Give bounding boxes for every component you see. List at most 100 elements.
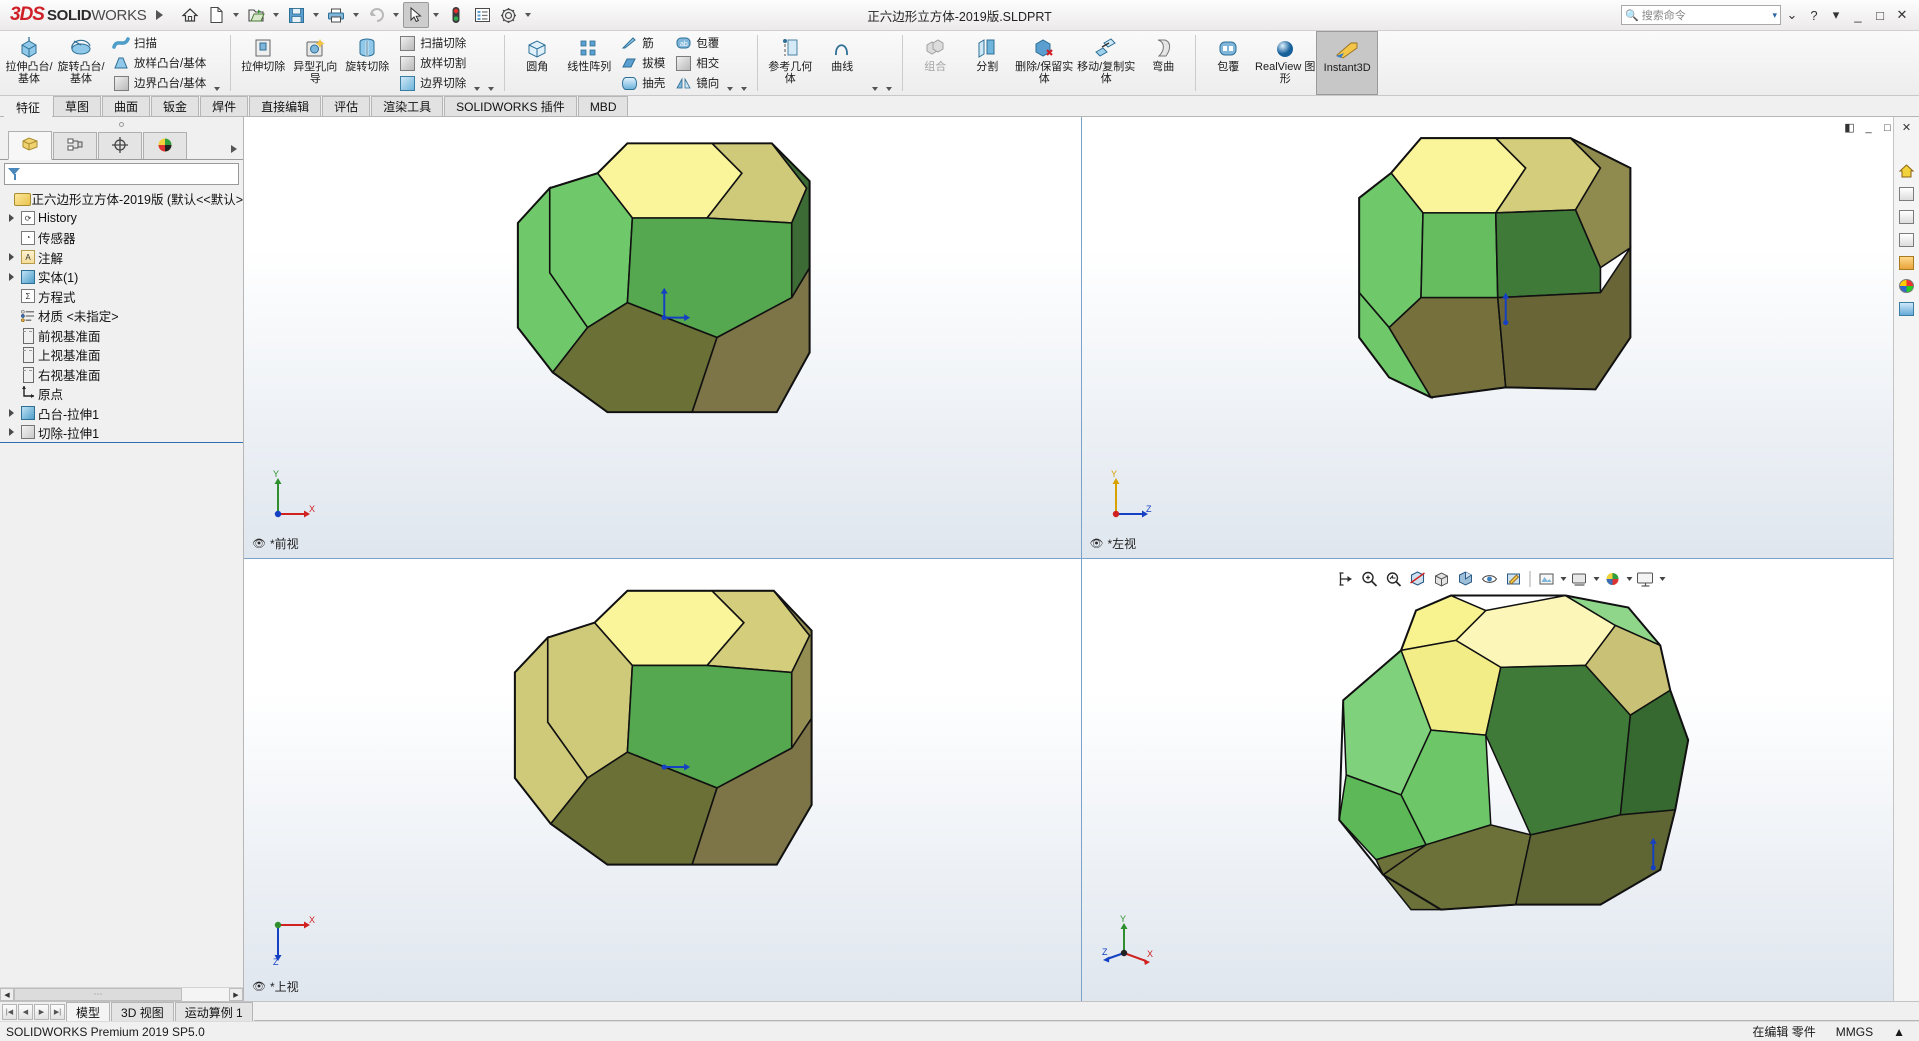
features-group-dropdown-icon[interactable] (210, 31, 224, 95)
draft-button[interactable]: 拔模 (615, 53, 669, 73)
zoom-to-fit-icon[interactable] (1335, 568, 1357, 590)
fillet-button[interactable]: 圆角 (511, 31, 563, 95)
status-units-caret-icon[interactable]: ▲ (1893, 1025, 1905, 1039)
left-view-viewport[interactable]: Y Z 👁 *左视 (1081, 117, 1919, 559)
gear-dropdown-icon[interactable] (525, 13, 531, 17)
boundary-cut-button[interactable]: 边界切除 (393, 73, 470, 93)
save-dropdown-icon[interactable] (313, 13, 319, 17)
display-pane-icon[interactable] (1635, 568, 1657, 590)
section-view-icon[interactable] (1407, 568, 1429, 590)
feature-manager-tab[interactable] (8, 131, 52, 160)
tab-sheetmetal[interactable]: 钣金 (151, 96, 200, 116)
front-view-viewport[interactable]: Y X 👁 *前视 (244, 117, 1082, 559)
modify-group-dropdown2-icon[interactable] (737, 31, 751, 95)
graphics-area[interactable]: ◧ _ □ ✕ Y X 👁 *前视 Y Z 👁 *左视 X Z 👁 *上视 Y … (244, 117, 1919, 1001)
home-icon[interactable] (177, 2, 203, 28)
doc-close-icon[interactable]: ✕ (1898, 120, 1915, 135)
doc-minimize-icon[interactable]: _ (1860, 120, 1877, 135)
tab-render-tools[interactable]: 渲染工具 (371, 96, 444, 116)
open-document-icon[interactable] (243, 2, 269, 28)
hide-show-items-icon[interactable] (1479, 568, 1501, 590)
last-tab-icon[interactable]: ▶| (50, 1003, 65, 1020)
panel-collapse-arrow-icon[interactable] (231, 145, 237, 153)
panel-splitter[interactable] (0, 117, 243, 131)
new-document-icon[interactable] (203, 2, 229, 28)
options-list-icon[interactable] (469, 2, 495, 28)
help-button[interactable]: ? (1803, 5, 1825, 25)
tree-item-boss-extrude1[interactable]: 凸台-拉伸1 (0, 404, 243, 424)
prev-tab-icon[interactable]: ◀ (18, 1003, 33, 1020)
combine-button[interactable]: 组合 (909, 31, 961, 95)
tree-item-material[interactable]: 材质 <未指定> (0, 306, 243, 326)
extruded-cut-button[interactable]: 拉伸切除 (237, 31, 289, 95)
scroll-track[interactable]: ⋯ (14, 988, 229, 1001)
print-icon[interactable] (323, 2, 349, 28)
appearances-icon[interactable] (1896, 184, 1918, 204)
bottom-tab-3dviews[interactable]: 3D 视图 (111, 1002, 174, 1021)
tree-item-annotations[interactable]: A 注解 (0, 248, 243, 268)
tree-item-origin[interactable]: 原点 (0, 384, 243, 404)
tree-item-history[interactable]: ⟳ History (0, 209, 243, 229)
shell-button[interactable]: 抽壳 (615, 73, 669, 93)
revolved-cut-button[interactable]: 旋转切除 (341, 31, 393, 95)
isometric-view-viewport[interactable]: Y X Z (1081, 559, 1919, 1001)
scenes-icon[interactable] (1896, 207, 1918, 227)
search-dropdown-icon[interactable]: ▾ (1772, 10, 1777, 21)
doc-maximize-icon[interactable]: □ (1879, 120, 1896, 135)
move-copy-body-button[interactable]: 移动/复制实体 (1075, 31, 1137, 95)
search-expand-icon[interactable]: ⌄ (1781, 5, 1803, 25)
bottom-tab-motion-study[interactable]: 运动算例 1 (174, 1002, 253, 1021)
zoom-to-area-icon[interactable] (1359, 568, 1381, 590)
cut-group-dropdown-icon[interactable] (470, 31, 484, 95)
mirror-button[interactable]: 镜向 (669, 73, 723, 93)
tab-sketch[interactable]: 草图 (53, 96, 102, 116)
tab-surfaces[interactable]: 曲面 (102, 96, 151, 116)
tab-direct-editing[interactable]: 直接编辑 (249, 96, 322, 116)
status-units[interactable]: MMGS (1836, 1025, 1873, 1039)
view-home-icon[interactable] (1896, 161, 1918, 181)
sweep-button[interactable]: 扫描 (107, 33, 210, 53)
tree-item-cut-extrude1[interactable]: 切除-拉伸1 (0, 423, 243, 443)
display-manager-tab[interactable] (143, 132, 187, 159)
view-settings-icon[interactable] (1569, 568, 1591, 590)
realview-button[interactable]: RealView 图形 (1254, 31, 1316, 95)
undo-icon[interactable] (363, 2, 389, 28)
view-settings-dropdown-icon[interactable] (1593, 577, 1600, 581)
tab-solidworks-addins[interactable]: SOLIDWORKS 插件 (444, 96, 577, 116)
save-icon[interactable] (283, 2, 309, 28)
lofted-cut-button[interactable]: 放样切割 (393, 53, 470, 73)
previous-view-icon[interactable] (1383, 568, 1405, 590)
undo-dropdown-icon[interactable] (393, 13, 399, 17)
wrap2-button[interactable]: 包覆 (1202, 31, 1254, 95)
apply-scene-icon[interactable] (1536, 568, 1558, 590)
feature-tree-filter-input[interactable] (4, 163, 239, 185)
decals-icon[interactable] (1896, 230, 1918, 250)
curves-dropdown-icon[interactable] (882, 31, 896, 95)
doc-restore-left-icon[interactable]: ◧ (1841, 120, 1858, 135)
open-document-dropdown-icon[interactable] (273, 13, 279, 17)
tree-item-solid-bodies[interactable]: 实体(1) (0, 267, 243, 287)
tree-item-top-plane[interactable]: 上视基准面 (0, 345, 243, 365)
wrap-button[interactable]: ab 包覆 (669, 33, 723, 53)
boundary-boss-button[interactable]: 边界凸台/基体 (107, 73, 210, 93)
new-document-dropdown-icon[interactable] (233, 13, 239, 17)
select-cursor-icon[interactable] (403, 2, 429, 28)
maximize-button[interactable]: □ (1869, 5, 1891, 25)
menu-expand-arrow-icon[interactable] (156, 10, 163, 20)
scene-dropdown-icon[interactable] (1560, 577, 1567, 581)
scroll-left-icon[interactable]: ◀ (0, 988, 14, 1001)
rebuild-icon[interactable] (443, 2, 469, 28)
tree-item-front-plane[interactable]: 前视基准面 (0, 326, 243, 346)
configuration-manager-tab[interactable] (98, 132, 142, 159)
intersect-button[interactable]: 相交 (669, 53, 723, 73)
modify-group-dropdown-icon[interactable] (723, 31, 737, 95)
cut-group-dropdown2-icon[interactable] (484, 31, 498, 95)
custom-properties-icon[interactable] (1896, 253, 1918, 273)
rib-button[interactable]: 筋 (615, 33, 669, 53)
tab-evaluate[interactable]: 评估 (322, 96, 371, 116)
tab-mbd[interactable]: MBD (577, 96, 629, 116)
display-style-icon[interactable] (1455, 568, 1477, 590)
linear-pattern-button[interactable]: 线性阵列 (563, 31, 615, 95)
instant3d-button[interactable]: Instant3D (1316, 31, 1379, 95)
scroll-right-icon[interactable]: ▶ (229, 988, 243, 1001)
